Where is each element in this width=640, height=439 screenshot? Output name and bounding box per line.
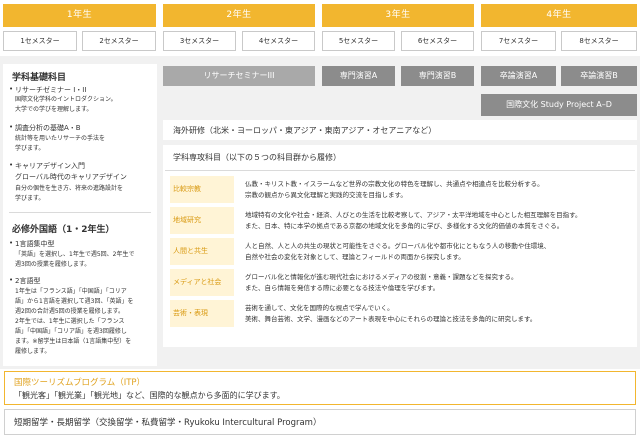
category-desc: 宗教の観点から異文化理解と実践的交流を目指します。	[245, 191, 407, 199]
english-desc-2: 週3回の授業を履修します。	[15, 261, 91, 268]
sotsuron-a-bar: 卒論演習A	[481, 66, 556, 86]
year-header-1: 1年生	[3, 4, 156, 27]
category-arts-expression: 芸術・表現	[170, 300, 234, 327]
career-desc-1: 自分の個性を生き方、将来の進路設計を	[15, 185, 124, 192]
two-lang-desc-6: ます。※留学生は日本語（1言語集中型）を	[15, 338, 132, 345]
english-title: 1言語集中型	[15, 240, 55, 248]
rs-title: リサーチゼミナー I・II	[15, 86, 87, 94]
category-desc: 地域特有の文化や社会・経済、人びとの生活を比較考察して、アジア・太平洋地域を中心…	[245, 211, 582, 219]
itp-desc: 「観光客」「観光業」「観光地」など、国際的な観点から多面的に学びます。	[14, 391, 285, 400]
overseas-training: 海外研修（北米・ヨーロッパ・東アジア・東南アジア・オセアニアなど）	[173, 126, 437, 135]
specialty-divider	[165, 170, 635, 171]
category-human-coexistence: 人間と共生	[170, 238, 234, 265]
category-media-society: メディアと社会	[170, 269, 234, 296]
semester-3: 3セメスター	[163, 31, 236, 51]
survey-title: 調査分析の基礎A・B	[15, 124, 81, 132]
career-title: キャリアデザイン入門	[15, 162, 85, 170]
category-desc: 人と自然、人と人の共生の現状と可能性をさぐる。グローバル化や都市化にともなう人の…	[245, 242, 551, 250]
senmon-a-bar: 専門演習A	[322, 66, 395, 86]
senmon-b-bar: 専門演習B	[401, 66, 474, 86]
itp-title: 国際ツーリズムプログラム（ITP）	[14, 378, 146, 388]
career-bullet-icon: •	[9, 161, 14, 169]
year-header-2: 2年生	[163, 4, 315, 27]
left-divider	[9, 212, 151, 213]
english-bullet-icon: •	[9, 239, 14, 247]
category-desc: 自然や社会の変化を対象として、理論とフィールドの両面から探究します。	[245, 253, 465, 261]
category-desc: 美術、舞台芸術、文学、漫画などのアート表現を中心にそれらの理論と技法を多角的に研…	[245, 315, 537, 323]
semester-2: 2セメスター	[82, 31, 156, 51]
basic-subjects-title: 学科基礎科目	[12, 73, 67, 83]
language-title: 必修外国語（1・2年生）	[12, 225, 115, 235]
category-desc: また、自ら情報を発信する際に必要となる技法や倫理を学びます。	[245, 284, 440, 292]
specialty-title: 学科専攻科目（以下の５つの科目群から履修）	[173, 153, 341, 162]
year-header-3: 3年生	[322, 4, 474, 27]
exchange-text: 短期留学・長期留学（交換留学・私費留学・Ryukoku Intercultura…	[14, 418, 322, 428]
rs-desc-1: 国際文化学科のイントロダクション。	[15, 96, 117, 103]
two-lang-desc-7: 履修します。	[15, 348, 51, 355]
rs-desc-2: 大学での学びを理解します。	[15, 106, 93, 113]
category-desc: 芸術を通して、文化を国際的な視点で学んでいく。	[245, 304, 394, 312]
career-desc-2: 学びます。	[15, 195, 45, 202]
semester-5: 5セメスター	[322, 31, 395, 51]
semester-4: 4セメスター	[242, 31, 315, 51]
category-area-studies: 地域研究	[170, 207, 234, 234]
career-subtitle: グローバル時代のキャリアデザイン	[15, 173, 127, 181]
two-lang-title: 2言語型	[15, 277, 41, 285]
survey-bullet-icon: •	[9, 123, 14, 131]
two-lang-desc-3: 週2回の合計週5回の授業を履修します。	[15, 308, 125, 315]
study-project-bar: 国際文化 Study Project A–D	[481, 94, 637, 116]
two-lang-bullet-icon: •	[9, 276, 14, 284]
english-desc-1: 「英語」を選択し、1年生で週5回、2年生で	[15, 251, 135, 258]
survey-desc-1: 統計等を用いたリサーチの手法を	[15, 135, 106, 142]
category-comparative-religion: 比較宗教	[170, 176, 234, 203]
two-lang-desc-1: 1年生は「フランス語」「中国語」「コリア	[15, 288, 127, 295]
year-header-4: 4年生	[481, 4, 637, 27]
two-lang-desc-2: 語」から1言語を選択して週3回、「英語」を	[15, 298, 134, 305]
semester-6: 6セメスター	[401, 31, 474, 51]
semester-7: 7セメスター	[481, 31, 556, 51]
two-lang-desc-4: 2年生では、1年生に選択した「フランス	[15, 318, 125, 325]
sotsuron-b-bar: 卒論演習B	[561, 66, 637, 86]
category-desc: グローバル化と情報化が進む現代社会におけるメディアの役割・意義・課題などを探究す…	[245, 273, 518, 281]
semester-8: 8セメスター	[561, 31, 637, 51]
category-desc: 仏教・キリスト教・イスラームなど世界の宗教文化の特色を理解し、共通点や相違点を比…	[245, 180, 544, 188]
semester-1: 1セメスター	[3, 31, 77, 51]
category-desc: また、日本、特に本学の拠点である京都の地域文化を多角的に学び、多様化する文化的価…	[245, 222, 564, 230]
two-lang-desc-5: 語」「中国語」「コリア語」を週3回履修し	[15, 328, 127, 335]
research-seminar-bar: リサーチセミナーIII	[163, 66, 315, 86]
rs-bullet-icon: •	[9, 85, 14, 93]
survey-desc-2: 学びます。	[15, 145, 45, 152]
